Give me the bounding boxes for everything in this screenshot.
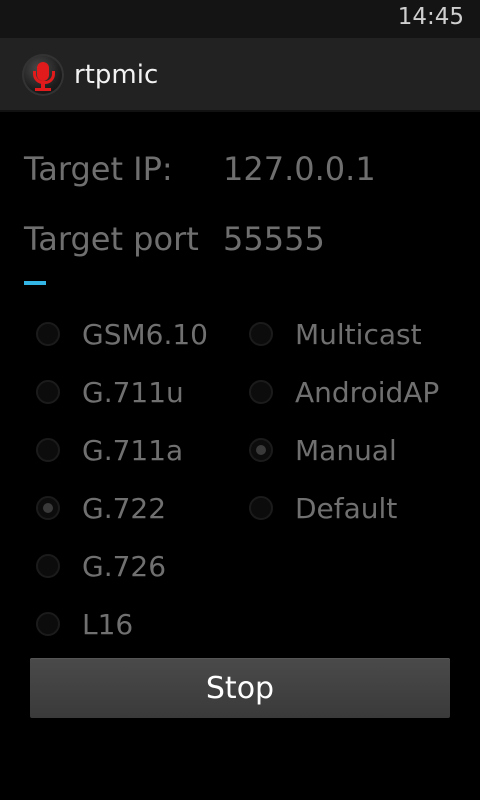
radio-circle <box>249 496 273 520</box>
radio-dest-androidap[interactable]: AndroidAP <box>249 372 439 412</box>
radio-codec-g722[interactable]: G.722 <box>36 488 166 528</box>
radio-codec-l16[interactable]: L16 <box>36 604 133 644</box>
target-port-label: Target port <box>24 220 199 258</box>
radio-circle <box>249 380 273 404</box>
microphone-icon[interactable] <box>22 54 64 96</box>
radio-codec-g711a[interactable]: G.711a <box>36 430 183 470</box>
radio-circle-selected <box>36 496 60 520</box>
radio-label: G.711u <box>82 375 184 409</box>
radio-label: Manual <box>295 433 397 467</box>
radio-dest-default[interactable]: Default <box>249 488 397 528</box>
app-title: rtpmic <box>74 60 159 90</box>
radio-circle <box>36 322 60 346</box>
progress-indicator <box>24 281 46 285</box>
status-clock: 14:45 <box>397 4 464 30</box>
radio-label: G.711a <box>82 433 184 467</box>
target-ip-label: Target IP: <box>24 150 173 188</box>
status-bar: 14:45 <box>0 0 480 38</box>
radio-label: G.722 <box>82 491 167 525</box>
radio-circle <box>249 322 273 346</box>
stop-button[interactable]: Stop <box>30 658 450 718</box>
radio-label: G.726 <box>82 549 167 583</box>
radio-codec-g711u[interactable]: G.711u <box>36 372 184 412</box>
radio-circle <box>36 380 60 404</box>
radio-label: Multicast <box>295 317 422 351</box>
radio-circle <box>36 554 60 578</box>
radio-circle <box>36 612 60 636</box>
radio-label: L16 <box>82 607 134 641</box>
target-port-value: 55555 <box>223 220 325 258</box>
radio-codec-g726[interactable]: G.726 <box>36 546 166 586</box>
radio-label: GSM6.10 <box>82 317 208 351</box>
radio-dest-multicast[interactable]: Multicast <box>249 314 422 354</box>
radio-circle <box>36 438 60 462</box>
radio-label: Default <box>295 491 398 525</box>
radio-circle-selected <box>249 438 273 462</box>
action-bar: rtpmic <box>0 38 480 112</box>
radio-codec-gsm610[interactable]: GSM6.10 <box>36 314 208 354</box>
radio-label: AndroidAP <box>295 375 440 409</box>
radio-dest-manual[interactable]: Manual <box>249 430 397 470</box>
target-ip-value: 127.0.0.1 <box>223 150 376 188</box>
